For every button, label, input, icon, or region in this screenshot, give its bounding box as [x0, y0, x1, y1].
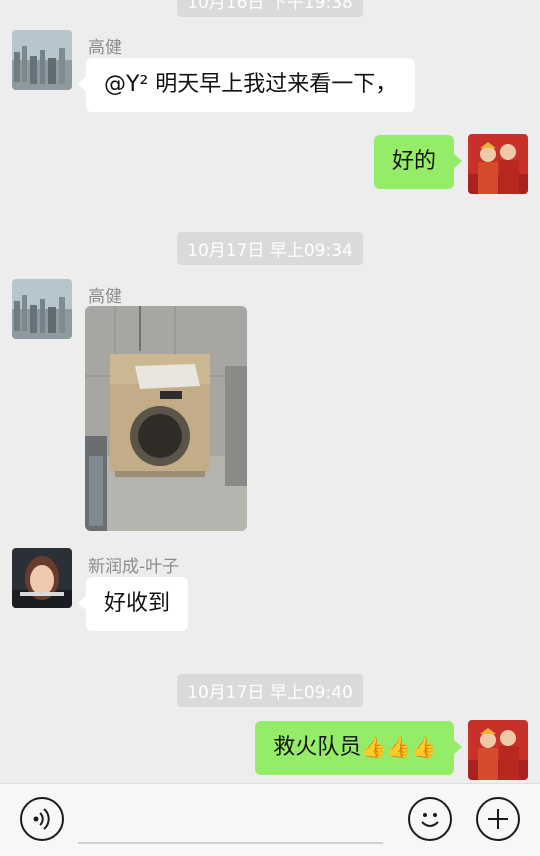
- avatar-gaojian[interactable]: [12, 30, 72, 90]
- image-message-washing-machine[interactable]: [85, 306, 247, 531]
- timestamp-top: 10月16日 下午19:38: [177, 0, 363, 17]
- voice-icon[interactable]: [20, 797, 64, 841]
- message-text: 救火队员: [273, 735, 362, 760]
- message-bubble-self[interactable]: 好的: [373, 135, 463, 190]
- message-bubble-self[interactable]: 救火队员👍👍👍: [255, 721, 462, 776]
- message-bubble[interactable]: 好收到: [77, 577, 189, 632]
- sender-name: 高健: [88, 287, 122, 307]
- avatar-self[interactable]: [468, 720, 528, 780]
- timestamp: 10月17日 早上09:34: [177, 232, 363, 265]
- emoji-icon[interactable]: [408, 797, 452, 841]
- message-input[interactable]: [78, 842, 383, 844]
- avatar-self[interactable]: [468, 134, 528, 194]
- thumbs-up-emoji: 👍👍👍: [361, 735, 436, 759]
- sender-name: 新润成-叶子: [88, 557, 180, 577]
- timestamp: 10月17日 早上09:40: [177, 674, 363, 707]
- plus-icon[interactable]: [476, 797, 520, 841]
- sender-name: 高健: [88, 38, 122, 58]
- message-bubble[interactable]: @Y² 明天早上我过来看一下，: [77, 58, 416, 113]
- avatar-gaojian[interactable]: [12, 279, 72, 339]
- input-bar: [0, 783, 540, 856]
- avatar-yezi[interactable]: [12, 548, 72, 608]
